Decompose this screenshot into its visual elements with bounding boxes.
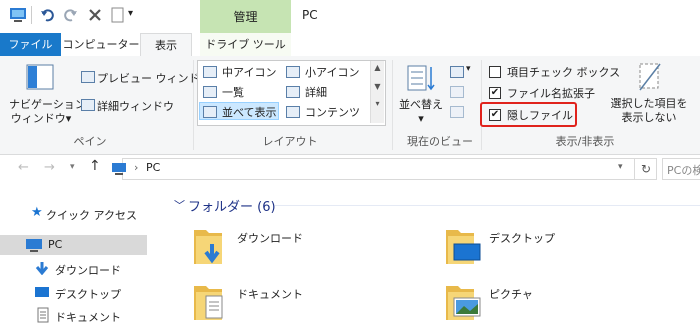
- search-placeholder: PCの検: [667, 164, 700, 177]
- window-title: PC: [302, 8, 318, 22]
- medium-icons-icon: [203, 66, 217, 78]
- navigation-pane-button[interactable]: ナビゲーション ウィンドウ▾: [9, 98, 86, 126]
- address-chevron-icon[interactable]: ›: [134, 161, 138, 174]
- details-pane-icon: [81, 99, 95, 111]
- forward-arrow-icon[interactable]: →: [44, 160, 55, 175]
- hide-selected-label-2: 表示しない: [621, 111, 677, 124]
- sort-icon: [407, 65, 435, 91]
- folder-label-downloads[interactable]: ダウンロード: [237, 230, 303, 246]
- refresh-icon: ↻: [641, 162, 652, 176]
- nav-item-desktop[interactable]: デスクトップ: [55, 286, 121, 302]
- computer-icon[interactable]: [9, 7, 27, 23]
- address-path-root[interactable]: PC: [146, 161, 160, 174]
- layout-small-icons[interactable]: 小アイコン: [305, 64, 359, 80]
- search-box[interactable]: PCの検: [662, 158, 700, 180]
- current-view-group-label: 現在のビュー: [407, 135, 473, 148]
- document-icon: [37, 307, 49, 323]
- file-extensions-checkbox[interactable]: ✔: [489, 87, 501, 99]
- nav-item-downloads[interactable]: ダウンロード: [55, 262, 121, 278]
- sort-by-label: 並べ替え: [399, 98, 443, 111]
- navigation-pane-icon: [26, 64, 54, 90]
- show-hide-group-label: 表示/非表示: [555, 135, 615, 148]
- add-columns-icon[interactable]: [450, 86, 464, 98]
- layout-gallery-scroll[interactable]: ▲ ▼ ▾: [370, 61, 384, 123]
- preview-pane-icon: [81, 71, 95, 83]
- layout-content[interactable]: コンテンツ: [305, 104, 360, 120]
- content-icon: [286, 106, 300, 118]
- nav-item-pc[interactable]: PC: [48, 238, 62, 251]
- properties-icon[interactable]: [111, 7, 124, 23]
- customize-toolbar-icon[interactable]: ▾: [128, 8, 133, 19]
- navigation-pane-dropdown-label: ウィンドウ▾: [10, 112, 72, 125]
- navigation-pane-label: ナビゲーション: [9, 98, 86, 111]
- hide-selected-items-button[interactable]: 選択した項目を 表示しない: [604, 97, 694, 125]
- back-arrow-icon[interactable]: ←: [18, 160, 29, 175]
- group-header-folders[interactable]: フォルダー (6): [188, 196, 276, 215]
- folder-label-desktop[interactable]: デスクトップ: [489, 230, 555, 246]
- nav-item-quick-access[interactable]: クイック アクセス: [46, 207, 137, 223]
- list-icon: [203, 86, 217, 98]
- nav-scrollbar[interactable]: [148, 185, 162, 329]
- folder-label-pictures[interactable]: ピクチャ: [489, 286, 533, 302]
- address-dropdown-icon[interactable]: ▾: [618, 162, 623, 172]
- delete-icon[interactable]: [88, 8, 102, 22]
- nav-item-documents[interactable]: ドキュメント: [55, 309, 121, 325]
- layout-list[interactable]: 一覧: [222, 84, 244, 100]
- sort-by-dropdown-label: ▾: [418, 112, 424, 125]
- highlight-annotation: [480, 102, 577, 127]
- sort-by-button[interactable]: 並べ替え ▾: [398, 98, 444, 126]
- folder-label-documents[interactable]: ドキュメント: [237, 286, 303, 302]
- toolbar-divider: [31, 6, 32, 24]
- address-bar[interactable]: [122, 158, 635, 180]
- ribbon-separator: [193, 60, 194, 150]
- context-tab-label: 管理: [233, 10, 258, 24]
- pictures-folder-icon[interactable]: [444, 280, 484, 324]
- undo-icon[interactable]: [40, 8, 54, 22]
- redo-icon[interactable]: [64, 8, 78, 22]
- tab-file[interactable]: ファイル: [0, 33, 61, 56]
- group-by-dropdown-icon[interactable]: ▾: [466, 64, 471, 74]
- layout-group-label: レイアウト: [262, 135, 318, 148]
- pc-icon: [26, 239, 42, 252]
- desktop-icon: [35, 287, 49, 297]
- up-arrow-icon[interactable]: ↑: [89, 158, 101, 174]
- desktop-folder-icon[interactable]: [444, 224, 484, 268]
- details-pane-button[interactable]: 詳細ウィンドウ: [97, 98, 174, 114]
- small-icons-icon: [286, 66, 300, 78]
- group-collapse-icon[interactable]: ﹀: [174, 197, 185, 213]
- layout-medium-icons[interactable]: 中アイコン: [222, 64, 276, 80]
- ribbon-separator: [392, 60, 393, 150]
- hide-selected-label-1: 選択した項目を: [610, 97, 688, 110]
- nav-selected-highlight: [0, 235, 147, 255]
- tab-computer[interactable]: コンピューター: [62, 33, 140, 56]
- star-icon: ★: [31, 205, 43, 220]
- layout-tiles[interactable]: 並べて表示: [222, 104, 277, 120]
- details-icon: [286, 86, 300, 98]
- tab-drive-tools[interactable]: ドライブ ツール: [200, 33, 291, 56]
- recent-locations-icon[interactable]: ▾: [70, 162, 75, 172]
- pane-group-label: ペイン: [73, 135, 107, 148]
- layout-details[interactable]: 詳細: [305, 84, 327, 100]
- tab-view[interactable]: 表示: [140, 33, 192, 57]
- title-bar: [0, 0, 700, 33]
- tiles-icon: [203, 106, 217, 118]
- group-header-line: [275, 205, 700, 206]
- documents-folder-icon[interactable]: [192, 280, 232, 324]
- pc-small-icon: [112, 163, 126, 175]
- file-extensions-label: ファイル名拡張子: [507, 87, 595, 100]
- download-icon: [35, 262, 49, 275]
- item-checkboxes-label: 項目チェック ボックス: [507, 66, 621, 79]
- size-columns-icon[interactable]: [450, 106, 464, 118]
- refresh-button[interactable]: ↻: [634, 158, 657, 180]
- hide-selected-items-icon: [639, 63, 661, 91]
- group-by-icon[interactable]: [450, 66, 464, 78]
- item-checkboxes-checkbox[interactable]: [489, 66, 501, 78]
- downloads-folder-icon[interactable]: [192, 224, 232, 268]
